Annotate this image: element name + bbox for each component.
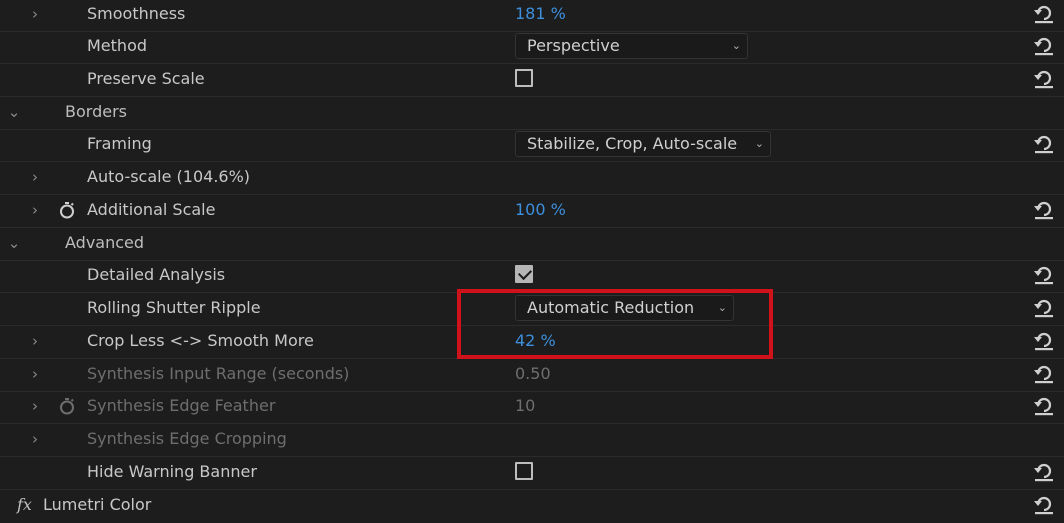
reset-icon[interactable] <box>1032 394 1056 418</box>
preserve-scale-label: Preserve Scale <box>87 69 205 88</box>
highlight-annotation <box>457 289 773 359</box>
chevron-right-icon[interactable]: › <box>25 326 45 358</box>
reset-icon[interactable] <box>1032 132 1056 156</box>
reset-icon[interactable] <box>1032 460 1056 484</box>
chevron-down-icon: ⌄ <box>754 137 764 150</box>
reset-icon[interactable] <box>1032 296 1056 320</box>
synthesis-input-value: 0.50 <box>515 364 551 383</box>
row-preserve-scale: Preserve Scale <box>0 64 1064 97</box>
smoothness-value[interactable]: 181 % <box>515 0 566 29</box>
chevron-right-icon[interactable]: › <box>25 424 45 456</box>
chevron-right-icon[interactable]: › <box>25 0 45 31</box>
row-synthesis-edge-cropping: › Synthesis Edge Cropping <box>0 424 1064 457</box>
auto-scale-label: Auto-scale (104.6%) <box>87 167 251 186</box>
reset-icon[interactable] <box>1032 198 1056 222</box>
chevron-right-icon[interactable]: › <box>25 195 45 227</box>
reset-icon[interactable] <box>1032 263 1056 287</box>
chevron-right-icon[interactable]: › <box>25 162 45 194</box>
method-dropdown[interactable]: Perspective ⌄ <box>515 33 748 59</box>
reset-icon[interactable] <box>1032 34 1056 58</box>
row-advanced: ⌄ Advanced <box>0 228 1064 261</box>
row-synthesis-edge-feather: › Synthesis Edge Feather 10 <box>0 391 1064 424</box>
additional-scale-value[interactable]: 100 % <box>515 195 566 225</box>
stopwatch-icon <box>60 398 74 415</box>
detailed-analysis-checkbox[interactable] <box>515 265 533 283</box>
reset-icon[interactable] <box>1032 329 1056 353</box>
stopwatch-icon[interactable] <box>58 201 76 219</box>
method-label: Method <box>87 36 148 55</box>
framing-label: Framing <box>87 134 152 153</box>
row-smoothness: › Smoothness 181 % <box>0 0 1064 32</box>
chevron-right-icon[interactable]: › <box>25 359 45 391</box>
row-hide-warning-banner: Hide Warning Banner <box>0 457 1064 490</box>
chevron-down-icon[interactable]: ⌄ <box>4 97 24 129</box>
advanced-group-label: Advanced <box>65 233 145 252</box>
checkmark-icon <box>517 265 533 281</box>
borders-group-label: Borders <box>65 102 127 121</box>
synthesis-feather-value: 10 <box>515 396 536 415</box>
synthesis-feather-label: Synthesis Edge Feather <box>87 396 276 415</box>
crop-less-label: Crop Less <-> Smooth More <box>87 331 314 350</box>
framing-dropdown[interactable]: Stabilize, Crop, Auto-scale ⌄ <box>515 131 771 157</box>
row-method: Method Perspective ⌄ <box>0 31 1064 64</box>
reset-icon[interactable] <box>1032 67 1056 91</box>
hide-warning-label: Hide Warning Banner <box>87 462 257 481</box>
synthesis-cropping-label: Synthesis Edge Cropping <box>87 429 287 448</box>
method-selected: Perspective <box>527 36 620 55</box>
row-auto-scale: › Auto-scale (104.6%) <box>0 162 1064 195</box>
chevron-down-icon: ⌄ <box>731 39 741 52</box>
fx-icon[interactable]: fx <box>17 490 32 520</box>
chevron-right-icon[interactable]: › <box>25 391 45 423</box>
framing-selected: Stabilize, Crop, Auto-scale <box>527 134 738 153</box>
row-lumetri-color: fx Lumetri Color <box>0 490 1064 522</box>
smoothness-label: Smoothness <box>87 4 186 23</box>
reset-icon[interactable] <box>1032 493 1056 517</box>
preserve-scale-checkbox[interactable] <box>515 69 533 87</box>
synthesis-input-label: Synthesis Input Range (seconds) <box>87 364 350 383</box>
row-borders: ⌄ Borders <box>0 97 1064 130</box>
chevron-down-icon[interactable]: ⌄ <box>4 228 24 260</box>
reset-icon[interactable] <box>1032 2 1056 26</box>
lumetri-color-label: Lumetri Color <box>43 495 152 514</box>
hide-warning-checkbox[interactable] <box>515 462 533 480</box>
effect-controls-panel: › Smoothness 181 % Method Perspective ⌄ … <box>0 0 1064 523</box>
detailed-analysis-label: Detailed Analysis <box>87 265 226 284</box>
additional-scale-label: Additional Scale <box>87 200 216 219</box>
row-synthesis-input-range: › Synthesis Input Range (seconds) 0.50 <box>0 359 1064 392</box>
reset-icon[interactable] <box>1032 362 1056 386</box>
row-framing: Framing Stabilize, Crop, Auto-scale ⌄ <box>0 129 1064 162</box>
row-additional-scale: › Additional Scale 100 % <box>0 195 1064 228</box>
rolling-shutter-label: Rolling Shutter Ripple <box>87 298 261 317</box>
